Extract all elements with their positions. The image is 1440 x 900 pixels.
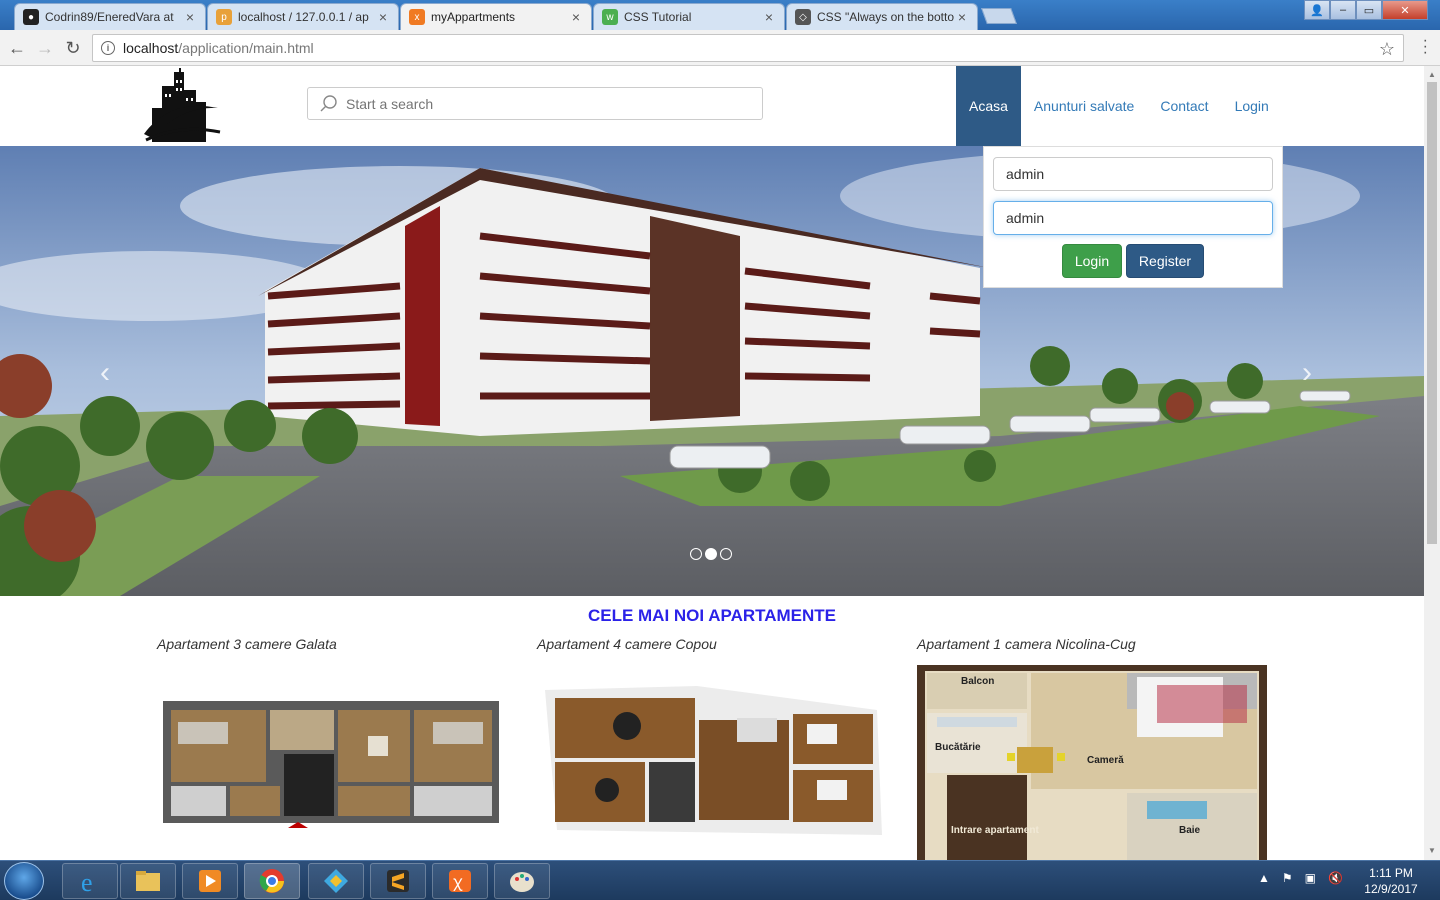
floorplan-label-intrare: Intrare apartament bbox=[951, 825, 1039, 836]
carousel-indicators bbox=[690, 548, 732, 560]
svg-text:ꭓ: ꭓ bbox=[453, 872, 463, 891]
floorplan-image[interactable] bbox=[537, 680, 887, 840]
carousel-prev-icon[interactable]: ‹ bbox=[100, 356, 110, 390]
nav-contact[interactable]: Contact bbox=[1147, 66, 1221, 146]
sourcetree-icon[interactable] bbox=[308, 863, 364, 899]
github-icon: ● bbox=[23, 9, 39, 25]
stackoverflow-icon: ◇ bbox=[795, 9, 811, 25]
clock-time: 1:11 PM bbox=[1369, 866, 1413, 880]
close-tab-icon[interactable]: × bbox=[762, 9, 776, 25]
reload-button[interactable]: ↻ bbox=[62, 37, 84, 59]
close-tab-icon[interactable]: × bbox=[183, 9, 197, 25]
site-header: Acasa Anunturi salvate Contact Login bbox=[0, 66, 1424, 146]
phpmyadmin-icon: p bbox=[216, 9, 232, 25]
search-icon bbox=[320, 94, 337, 111]
network-icon[interactable]: ▣ bbox=[1305, 871, 1316, 885]
search-input[interactable] bbox=[346, 95, 746, 112]
floorplan-label-balcon: Balcon bbox=[961, 676, 994, 687]
scrollbar-thumb[interactable] bbox=[1427, 82, 1437, 544]
file-explorer-icon[interactable] bbox=[120, 863, 176, 899]
chrome-icon[interactable] bbox=[244, 863, 300, 899]
xampp-icon: x bbox=[409, 9, 425, 25]
w3schools-icon: w bbox=[602, 9, 618, 25]
username-field[interactable] bbox=[993, 157, 1273, 191]
tab-css-tutorial[interactable]: w CSS Tutorial × bbox=[593, 3, 785, 30]
svg-text:e: e bbox=[81, 868, 93, 895]
main-nav: Acasa Anunturi salvate Contact Login bbox=[956, 66, 1282, 146]
register-button[interactable]: Register bbox=[1126, 244, 1204, 278]
windows-taskbar: e ꭓ ▲ ⚑ ▣ 🔇 1:11 PM 12/9/2017 bbox=[0, 860, 1440, 900]
page-scrollbar[interactable]: ▲ ▼ bbox=[1424, 66, 1440, 860]
minimize-button[interactable]: – bbox=[1330, 0, 1356, 20]
latest-apartments-title: CELE MAI NOI APARTAMENTE bbox=[587, 606, 837, 625]
close-window-button[interactable]: ✕ bbox=[1382, 0, 1428, 20]
login-button[interactable]: Login bbox=[1062, 244, 1122, 278]
action-center-flag-icon[interactable]: ⚑ bbox=[1282, 871, 1293, 885]
address-bar[interactable]: i localhost/application/main.html ☆ bbox=[92, 34, 1404, 62]
paint-icon[interactable] bbox=[494, 863, 550, 899]
login-dropdown: Login Register bbox=[983, 146, 1283, 288]
floorplan-label-bucatarie: Bucătărie bbox=[935, 742, 981, 753]
nav-anunturi-salvate[interactable]: Anunturi salvate bbox=[1021, 66, 1147, 146]
internet-explorer-icon[interactable]: e bbox=[62, 863, 118, 899]
tab-myappartments[interactable]: x myAppartments × bbox=[400, 3, 592, 30]
floorplan-label-camera: Cameră bbox=[1087, 755, 1124, 766]
bookmark-star-icon[interactable]: ☆ bbox=[1379, 39, 1395, 60]
maximize-button[interactable]: ▭ bbox=[1356, 0, 1382, 20]
new-tab-button[interactable] bbox=[981, 8, 1017, 24]
back-button[interactable]: ← bbox=[6, 37, 28, 59]
page-content: Acasa Anunturi salvate Contact Login bbox=[0, 66, 1424, 860]
tab-github[interactable]: ● Codrin89/EneredVara at × bbox=[14, 3, 206, 30]
tab-phpmyadmin[interactable]: p localhost / 127.0.0.1 / ap × bbox=[207, 3, 399, 30]
clock-date: 12/9/2017 bbox=[1364, 882, 1418, 896]
browser-toolbar: ← → ↻ i localhost/application/main.html … bbox=[0, 30, 1440, 66]
show-hidden-icons-icon[interactable]: ▲ bbox=[1258, 871, 1270, 885]
tab-css-always-bottom[interactable]: ◇ CSS "Always on the botto × bbox=[786, 3, 978, 30]
system-tray: ▲ ⚑ ▣ 🔇 bbox=[1258, 871, 1343, 885]
listing-caption[interactable]: Apartament 3 camere Galata bbox=[157, 636, 507, 664]
floorplan-image[interactable]: Balcon Bucătărie Cameră Baie Intrare apa… bbox=[917, 665, 1267, 860]
scroll-down-icon[interactable]: ▼ bbox=[1428, 846, 1436, 855]
forward-button[interactable]: → bbox=[34, 37, 56, 59]
carousel-indicator-1[interactable] bbox=[690, 548, 702, 560]
volume-muted-icon[interactable]: 🔇 bbox=[1328, 871, 1343, 885]
xampp-icon[interactable]: ꭓ bbox=[432, 863, 488, 899]
floorplan-label-baie: Baie bbox=[1179, 825, 1201, 836]
taskbar-clock[interactable]: 1:11 PM 12/9/2017 bbox=[1356, 865, 1426, 897]
scroll-up-icon[interactable]: ▲ bbox=[1428, 70, 1436, 79]
listing-caption[interactable]: Apartament 4 camere Copou bbox=[537, 636, 887, 664]
listing-card-copou[interactable]: Apartament 4 camere Copou bbox=[537, 636, 887, 835]
info-icon[interactable]: i bbox=[101, 41, 115, 55]
start-button[interactable] bbox=[4, 862, 44, 900]
carousel-indicator-3[interactable] bbox=[720, 548, 732, 560]
window-controls: 👤 – ▭ ✕ bbox=[1304, 0, 1428, 20]
city-logo[interactable] bbox=[140, 68, 222, 146]
listing-card-nicolina[interactable]: Apartament 1 camera Nicolina-Cug Balcon … bbox=[917, 636, 1267, 860]
nav-login[interactable]: Login bbox=[1222, 66, 1282, 146]
browser-menu-icon[interactable]: · · · bbox=[1423, 33, 1428, 61]
close-tab-icon[interactable]: × bbox=[376, 9, 390, 25]
password-field[interactable] bbox=[993, 201, 1273, 235]
listing-card-galata[interactable]: Apartament 3 camere Galata bbox=[157, 636, 507, 828]
browser-tabstrip: ● Codrin89/EneredVara at × p localhost /… bbox=[0, 0, 1440, 30]
floorplan-image[interactable] bbox=[163, 696, 503, 831]
sublime-text-icon[interactable] bbox=[370, 863, 426, 899]
search-box[interactable] bbox=[307, 87, 763, 120]
close-tab-icon[interactable]: × bbox=[569, 9, 583, 25]
close-tab-icon[interactable]: × bbox=[955, 9, 969, 25]
user-icon[interactable]: 👤 bbox=[1304, 0, 1330, 20]
media-player-icon[interactable] bbox=[182, 863, 238, 899]
carousel-next-icon[interactable]: › bbox=[1302, 356, 1312, 390]
listing-caption[interactable]: Apartament 1 camera Nicolina-Cug bbox=[917, 636, 1267, 664]
carousel-indicator-2[interactable] bbox=[705, 548, 717, 560]
nav-acasa[interactable]: Acasa bbox=[956, 66, 1021, 146]
